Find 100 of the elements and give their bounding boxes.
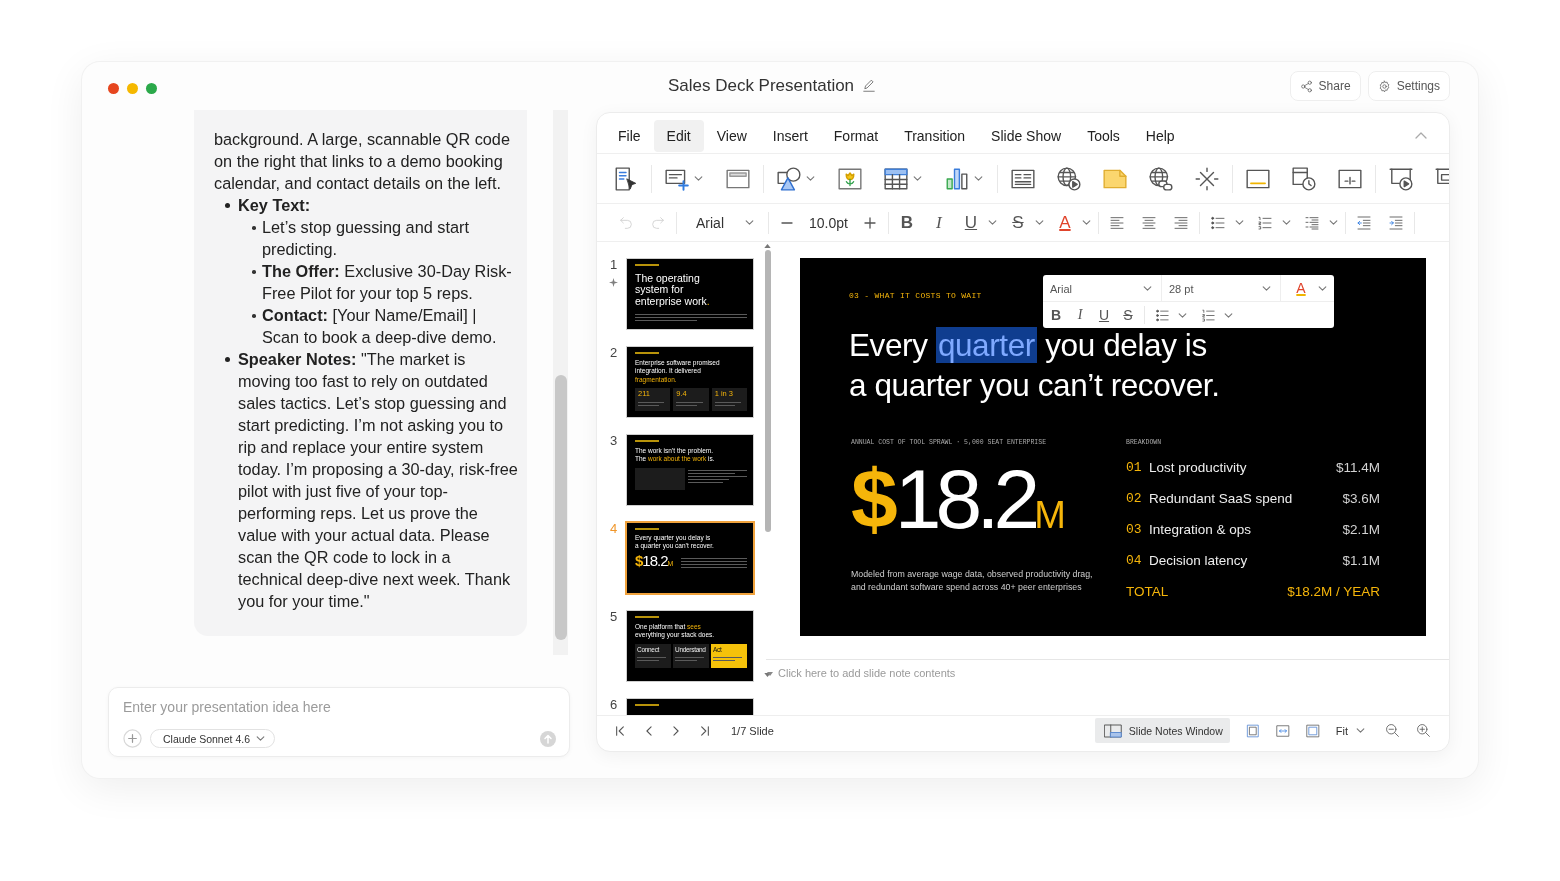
window-close-icon[interactable] <box>108 82 119 94</box>
decrease-indent-icon[interactable] <box>1355 214 1372 231</box>
shapes-icon[interactable] <box>776 165 802 192</box>
total-value: $18.2M / YEAR <box>1287 584 1380 599</box>
chevron-down-icon[interactable] <box>1281 220 1291 225</box>
bullet-list-icon[interactable] <box>1155 307 1170 323</box>
row-value: $2.1M <box>1342 522 1380 537</box>
model-select[interactable]: Claude Sonnet 4.6 <box>150 729 275 748</box>
italic-button[interactable]: I <box>928 210 949 235</box>
collapse-icon[interactable] <box>1415 132 1427 139</box>
caret-icon[interactable] <box>767 672 773 676</box>
font-size-field[interactable]: 10.0pt <box>809 214 848 231</box>
row-index: 01 <box>1126 460 1143 475</box>
chevron-down-icon <box>256 736 265 741</box>
bold-button[interactable]: B <box>1048 305 1064 325</box>
chevron-down-icon[interactable] <box>1178 312 1187 318</box>
row-label: Integration & ops <box>1149 522 1253 537</box>
chevron-down-icon[interactable] <box>913 176 922 181</box>
window-zoom-icon[interactable] <box>146 82 157 94</box>
previous-slide-icon[interactable] <box>646 725 652 736</box>
slide-thumbnail[interactable]: The operating system for enterprise work. <box>626 258 754 330</box>
bold-button[interactable]: B <box>896 210 917 235</box>
align-right-icon[interactable] <box>1172 214 1189 231</box>
chevron-down-icon[interactable] <box>694 176 703 181</box>
document-cursor-icon[interactable] <box>613 165 639 192</box>
zoom-select[interactable]: Fit <box>1331 718 1369 743</box>
slide-number: 6 <box>609 698 618 712</box>
align-left-icon[interactable] <box>1108 214 1125 231</box>
list-item-text: The Offer: Exclusive 30-Day Risk-Free Pilot for your top 5 reps. <box>262 261 513 304</box>
chevron-down-icon[interactable] <box>1328 220 1338 225</box>
chevron-down-icon[interactable] <box>1234 220 1244 225</box>
scrollbar-thumb[interactable] <box>554 375 567 640</box>
pencil-icon[interactable] <box>862 79 877 93</box>
menu-item[interactable]: Transition <box>891 120 979 152</box>
plus-icon[interactable] <box>863 216 876 229</box>
prompt-input[interactable]: Enter your presentation idea here <box>123 697 556 717</box>
menu-item[interactable]: Format <box>820 120 892 152</box>
first-slide-icon[interactable] <box>615 725 625 736</box>
slide-notes-button[interactable]: Slide Notes Window <box>1094 718 1230 743</box>
share-button[interactable]: Share <box>1289 71 1361 101</box>
add-icon[interactable] <box>123 729 142 748</box>
menu-item[interactable]: File <box>605 120 654 152</box>
slide-notes-field[interactable]: Click here to add slide note contents <box>778 666 1449 682</box>
menu-item[interactable]: Edit <box>653 120 704 152</box>
fit-page-icon[interactable] <box>1305 723 1320 738</box>
settings-button[interactable]: Settings <box>1367 71 1450 101</box>
chevron-down-icon[interactable] <box>1318 285 1327 291</box>
italic-button[interactable]: I <box>1072 305 1088 325</box>
menu-item[interactable]: Insert <box>759 120 821 152</box>
font-color-button[interactable]: A <box>1054 210 1075 235</box>
numbered-list-icon[interactable] <box>1201 307 1216 323</box>
menu-item[interactable]: Help <box>1132 120 1188 152</box>
globe-link-icon[interactable] <box>1148 165 1174 192</box>
font-color-button[interactable]: A <box>1293 278 1309 298</box>
next-slide-icon[interactable] <box>673 725 679 736</box>
font-select[interactable]: Arial <box>1043 275 1162 302</box>
scrollbar-thumb[interactable] <box>764 250 771 532</box>
globe-play-icon[interactable] <box>1056 165 1082 192</box>
zoom-out-icon[interactable] <box>1385 723 1400 738</box>
last-slide-icon[interactable] <box>700 725 710 736</box>
normal-view-icon[interactable] <box>1245 723 1260 738</box>
strikethrough-button[interactable]: S <box>1120 305 1136 325</box>
chevron-down-icon[interactable] <box>1081 220 1091 225</box>
bullet-list-icon[interactable] <box>1209 214 1226 231</box>
chevron-down-icon[interactable] <box>806 176 815 181</box>
underline-button[interactable]: U <box>1096 305 1112 325</box>
chevron-down-icon[interactable] <box>987 220 997 225</box>
window-title: Sales Deck Presentation <box>667 76 855 96</box>
calendar-clock-icon[interactable] <box>1291 165 1317 192</box>
font-size-select[interactable]: 28 pt <box>1162 275 1281 302</box>
font-select[interactable]: Arial <box>690 209 756 236</box>
chevron-down-icon[interactable] <box>974 176 983 181</box>
chevron-down-icon[interactable] <box>1034 220 1044 225</box>
list-item-text: Speaker Notes: "The market is moving too fast to rely on outdated sales tactics. Let’s stop guessing and start predicting. I’m not asking you to rip and replace your entire system today. I’m proposing a 30-day, risk-free pilot with just five of your top-performing reps. Let us prove the value with your actual data. Please scan the QR code to lock in a technical deep-dive next week. Thank you for your time." <box>238 349 518 612</box>
multilevel-list-icon[interactable] <box>1303 214 1320 231</box>
menu-item[interactable]: Tools <box>1074 120 1133 152</box>
slide-number: 3 <box>609 434 618 448</box>
thumbnail-card <box>635 467 685 490</box>
message-paragraph: background. A large, scannable QR code on the right that links to a demo booking calendar, and contact details on the left. <box>214 129 511 194</box>
chevron-down-icon <box>745 220 754 225</box>
fit-width-icon[interactable] <box>1275 723 1290 738</box>
chevron-down-icon[interactable] <box>1224 312 1233 318</box>
slide-kicker: 03 - WHAT IT COSTS TO WAIT <box>849 291 983 301</box>
increase-indent-icon[interactable] <box>1387 214 1404 231</box>
chevron-down-icon <box>1356 728 1365 733</box>
numbered-list-icon[interactable] <box>1256 214 1273 231</box>
scroll-up-icon[interactable] <box>764 244 771 248</box>
underline-button[interactable]: U <box>960 210 981 235</box>
align-center-icon[interactable] <box>1140 214 1157 231</box>
strikethrough-button[interactable]: S <box>1007 210 1028 235</box>
row-index: 03 <box>1126 522 1143 537</box>
prompt-box[interactable]: Enter your presentation idea here Claude Sonnet 4.6 <box>108 687 570 757</box>
menu-item[interactable]: Slide Show <box>978 120 1075 152</box>
starburst-icon[interactable] <box>1194 165 1220 192</box>
minus-icon[interactable] <box>781 221 793 224</box>
slide-counter: 1/7 Slide <box>731 724 774 737</box>
zoom-in-icon[interactable] <box>1416 723 1431 738</box>
menu-item[interactable]: View <box>703 120 760 152</box>
metric-caption: Modeled from average wage data, observed productivity drag, and redundant software spend across 40+ peer enterprises <box>851 568 1094 594</box>
row-index: 02 <box>1126 491 1143 506</box>
